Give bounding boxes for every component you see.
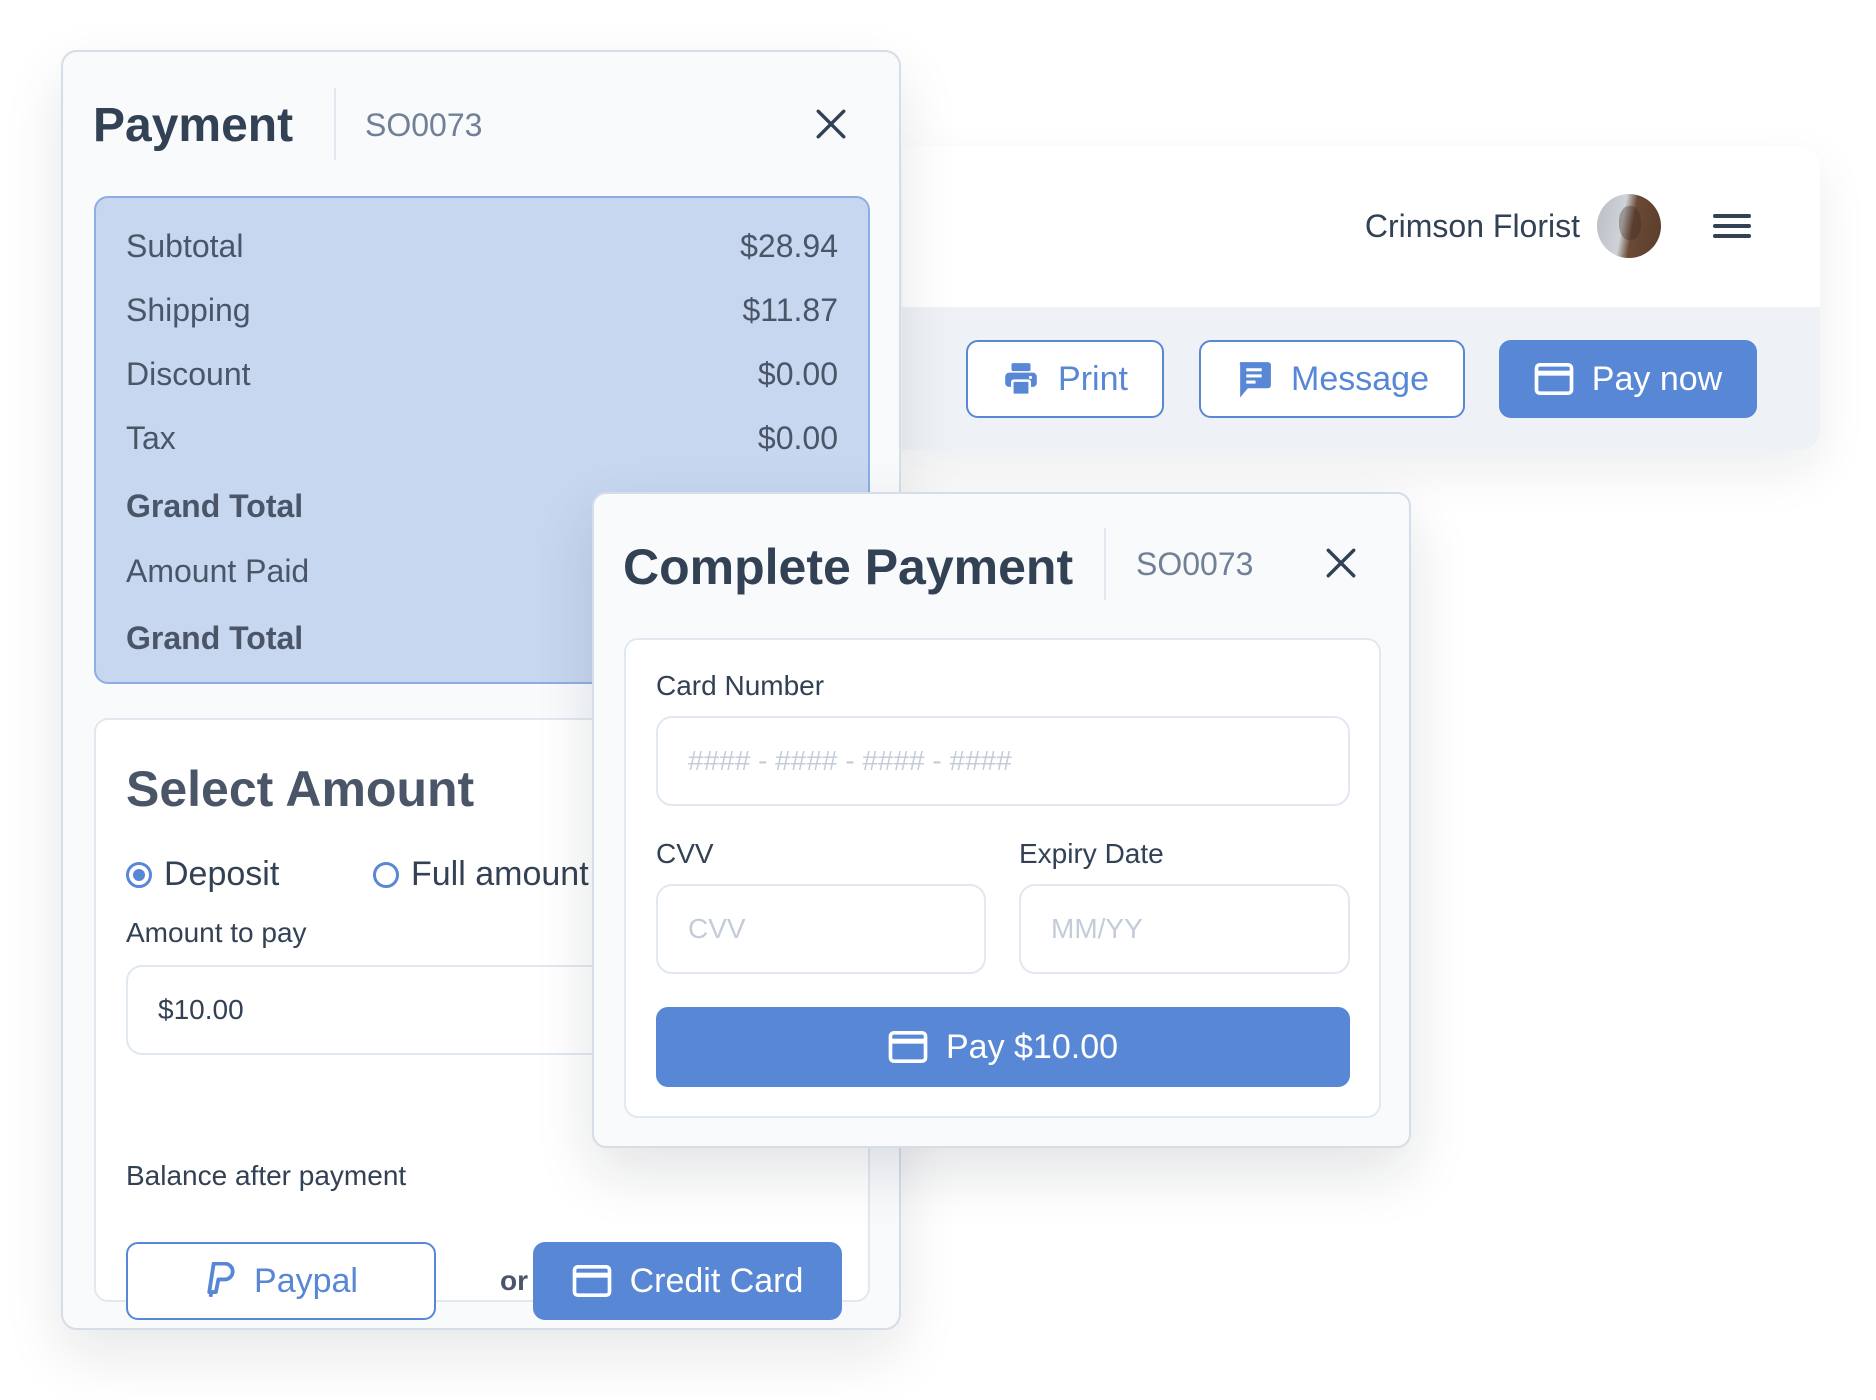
message-icon [1239,362,1271,398]
credit-card-label: Credit Card [629,1261,804,1300]
print-label: Print [1058,359,1128,398]
pay-now-label: Pay now [1591,359,1723,398]
store-name: Crimson Florist [1364,208,1580,244]
pay-now-button[interactable]: Pay now [1499,340,1757,418]
radio-checked-icon[interactable] [126,861,152,888]
avatar[interactable] [1597,194,1661,258]
title-divider [1104,528,1106,600]
select-amount-title: Select Amount [126,761,475,817]
pay-button[interactable]: Pay $10.00 [656,1007,1350,1087]
radio-unchecked-icon[interactable] [373,861,399,888]
credit-card-button[interactable]: Credit Card [533,1242,842,1320]
credit-card-icon [572,1265,611,1297]
message-button[interactable]: Message [1199,340,1465,418]
printer-icon [1005,363,1037,397]
title-divider [334,88,336,160]
store-panel: Crimson Florist Print Message Pay now [902,146,1820,450]
summary-row-shipping: Shipping $11.87 [126,291,838,328]
expiry-date-label: Expiry Date [1019,838,1164,869]
cvv-input[interactable] [656,884,986,974]
paypal-button[interactable]: Paypal [126,1242,436,1320]
credit-card-icon [1534,363,1574,395]
summary-row-tax: Tax $0.00 [126,419,838,456]
store-header: Crimson Florist [902,146,1820,307]
radio-deposit[interactable]: Deposit [126,855,279,894]
credit-card-icon [888,1031,928,1063]
message-label: Message [1291,359,1429,398]
or-separator: or [500,1265,528,1296]
expiry-date-input[interactable] [1019,884,1350,974]
order-id: SO0073 [365,107,483,143]
card-number-label: Card Number [656,670,825,701]
balance-after-payment-label: Balance after payment [126,1160,407,1191]
pay-label: Pay $10.00 [945,1027,1119,1066]
print-button[interactable]: Print [966,340,1164,418]
cvv-label: CVV [656,838,714,869]
close-icon[interactable] [814,107,848,141]
paypal-icon [207,1262,235,1298]
radio-full-amount[interactable]: Full amount [373,855,589,894]
payment-title: Payment [93,99,294,152]
complete-payment-title: Complete Payment [623,539,1074,595]
order-id: SO0073 [1136,546,1254,582]
card-number-input[interactable] [656,716,1350,806]
close-icon[interactable] [1324,546,1358,580]
summary-row-discount: Discount $0.00 [126,355,838,392]
card-form: Card Number CVV Expiry Date Pay $10.00 [624,638,1381,1118]
summary-row-subtotal: Subtotal $28.94 [126,227,838,264]
amount-to-pay-label: Amount to pay [126,917,307,948]
complete-payment-modal: Complete Payment SO0073 Card Number CVV … [592,492,1411,1148]
menu-icon[interactable] [1713,212,1751,240]
paypal-label: Paypal [254,1261,358,1300]
